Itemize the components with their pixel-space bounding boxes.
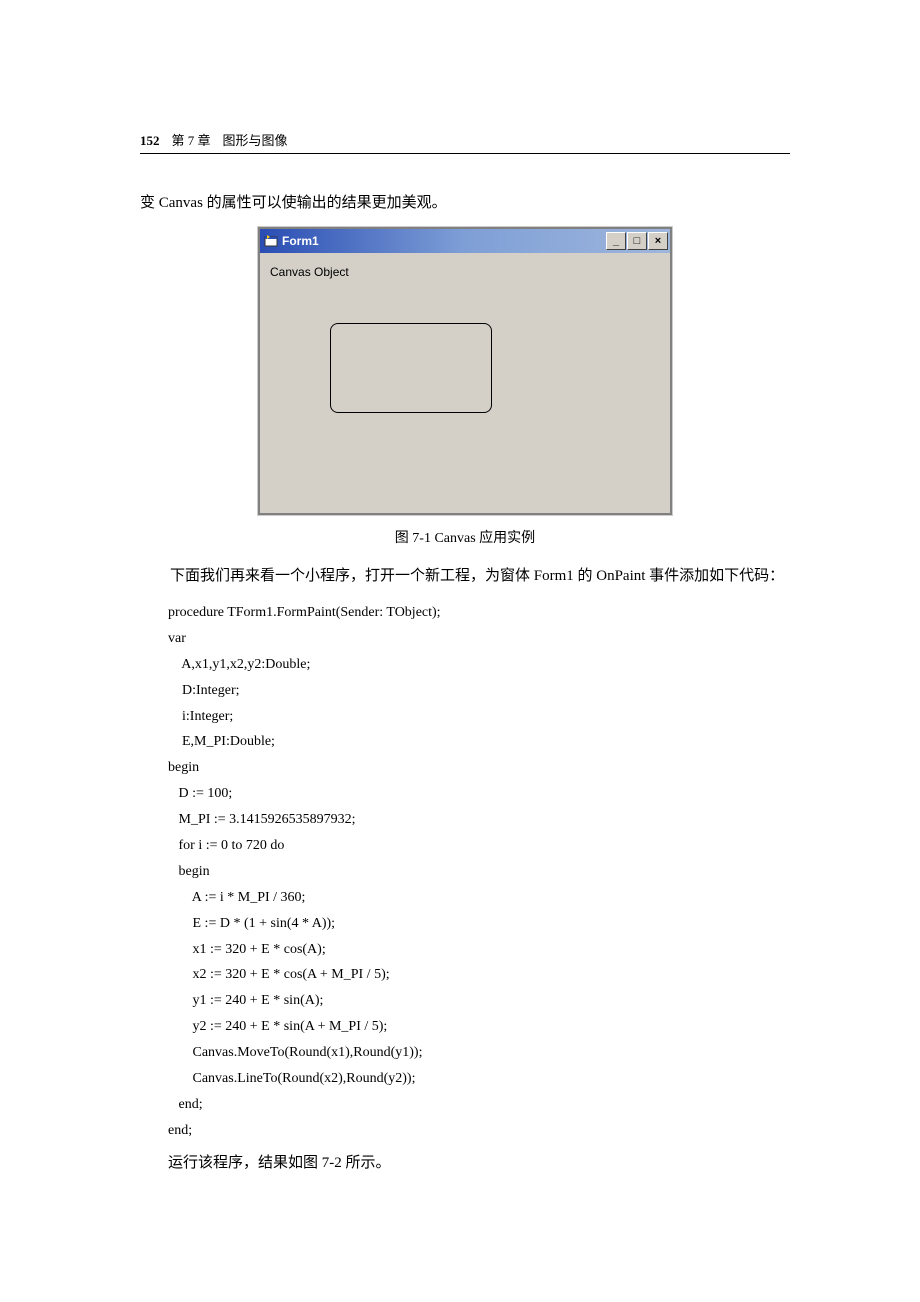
chapter-label: 第 7 章	[172, 130, 211, 149]
canvas-roundrect	[330, 323, 492, 413]
window-client-area: Canvas Object	[260, 253, 670, 513]
intro-paragraph: 变 Canvas 的属性可以使输出的结果更加美观。	[140, 190, 790, 217]
close-icon: ×	[655, 236, 661, 247]
window-title: Form1	[282, 234, 606, 248]
app-window: Form1 _ □ × Canvas Object	[258, 227, 672, 515]
chapter-title: 图形与图像	[223, 130, 288, 149]
window-buttons: _ □ ×	[606, 232, 668, 250]
app-icon	[264, 234, 278, 248]
figure-caption: 图 7-1 Canvas 应用实例	[140, 527, 790, 547]
close-button[interactable]: ×	[648, 232, 668, 250]
page-header: 152 第 7 章 图形与图像	[140, 130, 790, 149]
maximize-icon: □	[634, 236, 641, 247]
paragraph-2: 下面我们再来看一个小程序，打开一个新工程，为窗体 Form1 的 OnPaint…	[140, 563, 790, 590]
figure-7-1: Form1 _ □ × Canvas Object 图 7-1 Canvas 应…	[140, 227, 790, 547]
titlebar: Form1 _ □ ×	[260, 229, 670, 253]
minimize-button[interactable]: _	[606, 232, 626, 250]
page-number: 152	[140, 133, 160, 149]
header-rule	[140, 153, 790, 154]
code-listing: procedure TForm1.FormPaint(Sender: TObje…	[168, 600, 790, 1144]
document-page: 152 第 7 章 图形与图像 变 Canvas 的属性可以使输出的结果更加美观…	[0, 0, 920, 1247]
maximize-button[interactable]: □	[627, 232, 647, 250]
minimize-icon: _	[613, 236, 619, 247]
canvas-text-label: Canvas Object	[270, 265, 349, 279]
closing-paragraph: 运行该程序，结果如图 7-2 所示。	[168, 1150, 790, 1177]
